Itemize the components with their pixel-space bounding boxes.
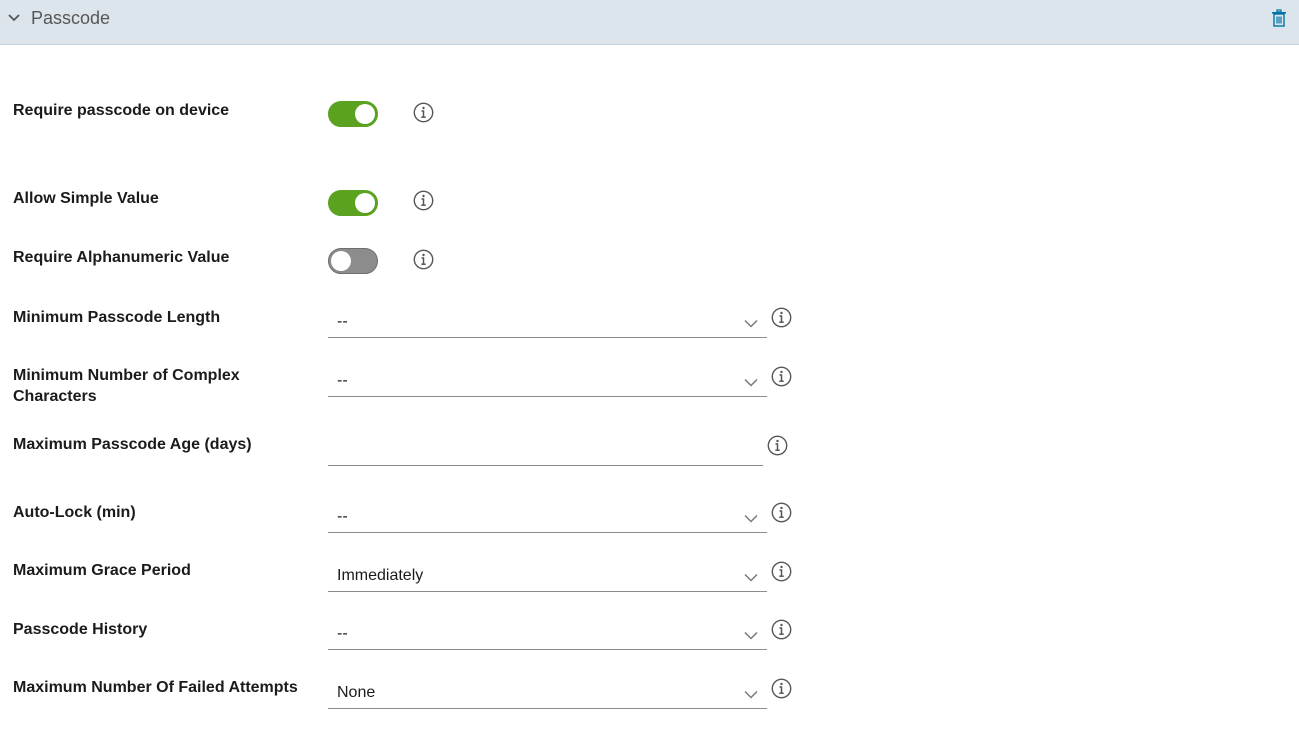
failed-attempts-label: Maximum Number Of Failed Attempts	[13, 679, 298, 696]
toggle-knob	[355, 104, 375, 124]
min-complex-label: Minimum Number of Complex Characters	[13, 367, 240, 405]
select-value: --	[337, 508, 348, 525]
auto-lock-label: Auto-Lock (min)	[13, 504, 136, 521]
info-icon[interactable]	[413, 190, 434, 211]
grace-period-select[interactable]: Immediately	[328, 564, 767, 592]
toggle-knob	[331, 251, 351, 271]
select-value: Immediately	[337, 567, 424, 584]
select-value: None	[337, 684, 376, 701]
min-length-label: Minimum Passcode Length	[13, 309, 221, 326]
info-icon[interactable]	[413, 102, 434, 123]
chevron-down-icon	[744, 573, 758, 582]
auto-lock-select[interactable]: --	[328, 505, 767, 533]
select-value: --	[337, 313, 348, 330]
section-header[interactable]: Passcode	[0, 0, 1299, 45]
failed-attempts-select[interactable]: None	[328, 681, 767, 709]
trash-icon[interactable]	[1271, 9, 1287, 27]
require-alphanumeric-toggle[interactable]	[328, 248, 378, 274]
chevron-down-icon	[744, 378, 758, 387]
info-icon[interactable]	[413, 249, 434, 270]
select-value: --	[337, 625, 348, 642]
history-label: Passcode History	[13, 621, 148, 638]
info-icon[interactable]	[771, 678, 792, 699]
min-length-select[interactable]: --	[328, 310, 767, 338]
info-icon[interactable]	[771, 561, 792, 582]
allow-simple-toggle[interactable]	[328, 190, 378, 216]
chevron-down-icon	[744, 319, 758, 328]
max-age-input[interactable]	[328, 430, 763, 466]
info-icon[interactable]	[771, 502, 792, 523]
chevron-down-icon	[744, 690, 758, 699]
allow-simple-label: Allow Simple Value	[13, 190, 159, 207]
chevron-down-icon[interactable]	[7, 11, 21, 25]
info-icon[interactable]	[767, 435, 788, 456]
toggle-knob	[355, 193, 375, 213]
info-icon[interactable]	[771, 619, 792, 640]
chevron-down-icon	[744, 514, 758, 523]
max-age-label: Maximum Passcode Age (days)	[13, 436, 252, 453]
chevron-down-icon	[744, 631, 758, 640]
section-title: Passcode	[31, 8, 111, 28]
min-complex-select[interactable]: --	[328, 369, 767, 397]
history-select[interactable]: --	[328, 622, 767, 650]
info-icon[interactable]	[771, 307, 792, 328]
info-icon[interactable]	[771, 366, 792, 387]
select-value: --	[337, 372, 348, 389]
require-passcode-toggle[interactable]	[328, 101, 378, 127]
require-passcode-label: Require passcode on device	[13, 102, 230, 119]
grace-period-label: Maximum Grace Period	[13, 562, 191, 579]
require-alphanumeric-label: Require Alphanumeric Value	[13, 249, 230, 266]
